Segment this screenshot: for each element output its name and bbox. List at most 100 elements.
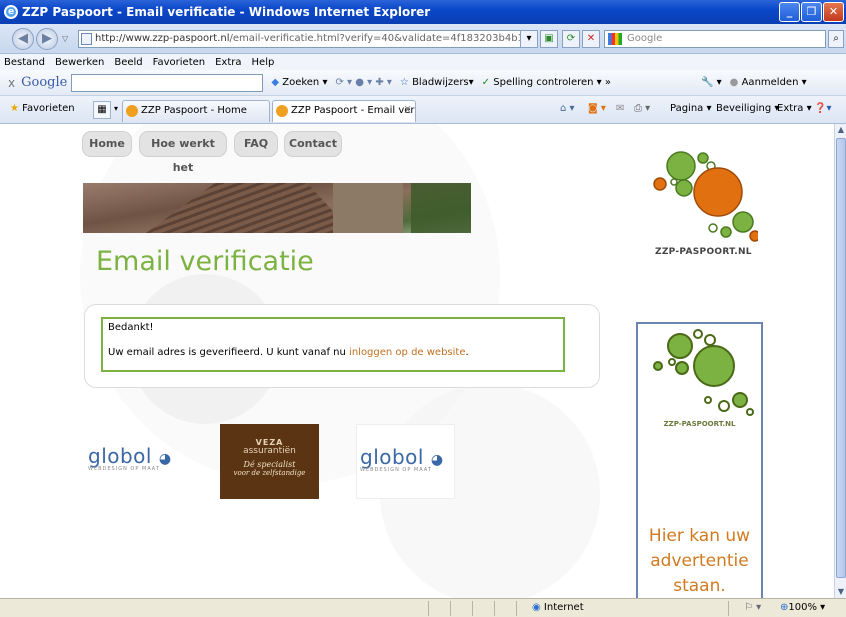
page-content: Home Hoe werkt het FAQ Contact Email ver… [0, 124, 834, 598]
header-banner-image [83, 183, 471, 233]
beveiliging-menu[interactable]: Beveiliging ▾ [716, 103, 779, 114]
status-divider [450, 601, 451, 616]
forward-button[interactable]: ▶ [36, 28, 58, 50]
scroll-up-arrow-icon[interactable]: ▲ [835, 124, 846, 136]
maximize-button[interactable]: ❐ [801, 2, 822, 22]
zone-label: Internet [543, 602, 584, 613]
menu-bewerken[interactable]: Bewerken [55, 57, 104, 68]
pagina-label: Pagina [670, 103, 704, 114]
ad-logo-icon [653, 329, 754, 416]
sponsor-veza[interactable]: VEZA assurantiën Dé specialist voor de z… [220, 424, 319, 499]
sponsor-globol-1[interactable]: globol ◕ WEBDESIGN OP MAAT [88, 444, 172, 472]
extra-menu[interactable]: Extra ▾ [777, 103, 812, 114]
ie-favicon-icon [126, 105, 138, 117]
message-body: Uw email adres is geverifieerd. U kunt v… [108, 347, 558, 358]
address-dropdown-button[interactable]: ▾ [520, 30, 538, 48]
globe-icon: ◉ [532, 602, 541, 613]
google-toolbar: x Google ◆ Zoeken ▾ ⟳ ▾ ● ▾ ✚ ▾ ☆ Bladwi… [0, 70, 846, 96]
window-title: ZZP Paspoort - Email verificatie - Windo… [22, 5, 431, 19]
tab-email-verificatie[interactable]: ZZP Paspoort - Email verif... X [272, 100, 416, 122]
zoeken-label: Zoeken [282, 77, 320, 88]
zoom-control[interactable]: ⊕100% ▾ [780, 602, 825, 613]
ad-logo-text: ZZP-PASPOORT.NL [663, 420, 736, 428]
message-end: . [465, 347, 469, 358]
globol-wordmark: globol [88, 444, 152, 468]
google-logo: Google [21, 75, 68, 90]
sponsor-globol-2[interactable]: globol ◕ WEBDESIGN OP MAAT [356, 424, 455, 499]
nav-home[interactable]: Home [82, 131, 132, 157]
menu-extra[interactable]: Extra [215, 57, 241, 68]
banner-tower [333, 183, 403, 233]
tab-home[interactable]: ZZP Paspoort - Home [122, 100, 270, 122]
back-button[interactable]: ◀ [12, 28, 34, 50]
page-title: Email verificatie [96, 246, 314, 277]
login-link[interactable]: inloggen op de website [349, 347, 465, 358]
page-icon [81, 33, 92, 45]
advertisement-box[interactable]: ZZP-PASPOORT.NL Hier kan uw advertentie … [636, 322, 763, 598]
mail-icon[interactable]: ✉ [616, 103, 624, 114]
zoom-level: 100% [788, 602, 817, 613]
pagina-menu[interactable]: Pagina ▾ [670, 103, 712, 114]
zoeken-icon: ◆ [271, 77, 280, 88]
aanmelden-button[interactable]: ● Aanmelden ▾ [730, 77, 807, 88]
spellcheck-icon: ✓ [481, 77, 491, 88]
nav-hoe-werkt-het[interactable]: Hoe werkt het [139, 131, 227, 174]
search-input[interactable]: Google [604, 30, 826, 48]
menu-help[interactable]: Help [252, 57, 275, 68]
close-toolbar-button[interactable]: x [8, 76, 15, 90]
menu-bestand[interactable]: Bestand [4, 57, 45, 68]
tab-list-dropdown-icon[interactable]: ▾ [114, 104, 118, 113]
nav-contact[interactable]: Contact [284, 131, 342, 157]
scrollbar-thumb[interactable] [836, 138, 846, 578]
feeds-icon[interactable]: ◙ ▾ [588, 103, 606, 114]
url-path: /email-verificatie.html?verify=40&valida… [229, 33, 535, 44]
star-icon: ☆ [399, 77, 409, 88]
google-search-provider-icon [608, 33, 622, 45]
home-icon[interactable]: ⌂ ▾ [560, 103, 575, 114]
favorites-button[interactable]: ★ Favorieten [10, 103, 75, 114]
minimize-button[interactable]: _ [779, 2, 800, 22]
scroll-down-arrow-icon[interactable]: ▼ [835, 586, 846, 598]
address-input[interactable]: http://www.zzp-paspoort.nl/email-verific… [78, 30, 536, 48]
history-dropdown-icon[interactable]: ▽ [62, 34, 68, 43]
globol-swirl-icon: ◕ [158, 451, 172, 467]
tab-email-label: ZZP Paspoort - Email verif... [291, 105, 416, 116]
help-icon[interactable]: ❓▾ [814, 103, 831, 114]
google-search-input[interactable] [71, 73, 264, 92]
zoeken-button[interactable]: ◆ Zoeken ▾ [271, 77, 327, 88]
status-divider [472, 601, 473, 616]
refresh-icon[interactable]: ⟳ [562, 30, 580, 48]
vertical-scrollbar[interactable]: ▲ ▼ [834, 124, 846, 598]
globol-tagline: WEBDESIGN OP MAAT [88, 466, 160, 472]
spelling-button[interactable]: ✓ Spelling controleren ▾ » [482, 77, 611, 88]
compatibility-view-icon[interactable]: ▣ [540, 30, 558, 48]
zzp-paspoort-logo[interactable] [648, 144, 758, 264]
menu-beeld[interactable]: Beeld [114, 57, 142, 68]
window-title-bar: e ZZP Paspoort - Email verificatie - Win… [0, 0, 846, 24]
ie-favicon-icon [276, 105, 288, 117]
signin-circle-icon: ● [729, 77, 739, 88]
bladwijzers-button[interactable]: ☆ Bladwijzers▾ [400, 77, 474, 88]
protected-mode-icon[interactable]: ⚐ ▾ [744, 602, 761, 613]
tab-close-icon[interactable]: X [404, 101, 411, 121]
url-domain: http://www.zzp-paspoort.nl [95, 33, 230, 44]
message-thanks: Bedankt! [108, 322, 154, 333]
security-zone[interactable]: ◉ Internet [532, 602, 584, 613]
veza-tagline-1: Dé specialist [243, 460, 296, 469]
menu-favorieten[interactable]: Favorieten [153, 57, 205, 68]
veza-tagline-2: voor de zelfstandige [233, 469, 306, 477]
globol-logo: globol ◕ WEBDESIGN OP MAAT [360, 445, 444, 473]
print-icon[interactable]: ⎙ ▾ [634, 103, 650, 114]
banner-roof [146, 183, 353, 233]
wrench-icon[interactable]: 🔧 ▾ [701, 77, 722, 88]
status-divider [728, 601, 729, 616]
search-button-icon[interactable]: ⌕ [828, 30, 844, 48]
bladwijzers-label: Bladwijzers [412, 77, 469, 88]
stop-icon[interactable]: ✕ [582, 30, 600, 48]
beveiliging-label: Beveiliging [716, 103, 772, 114]
quick-tabs-icon[interactable]: ▦ [93, 101, 111, 119]
nav-faq[interactable]: FAQ [234, 131, 278, 157]
close-window-button[interactable]: ✕ [823, 2, 844, 22]
toolbar-misc-icons[interactable]: ⟳ ▾ ● ▾ ✚ ▾ [335, 77, 391, 88]
menu-bar: Bestand Bewerken Beeld Favorieten Extra … [0, 54, 846, 70]
